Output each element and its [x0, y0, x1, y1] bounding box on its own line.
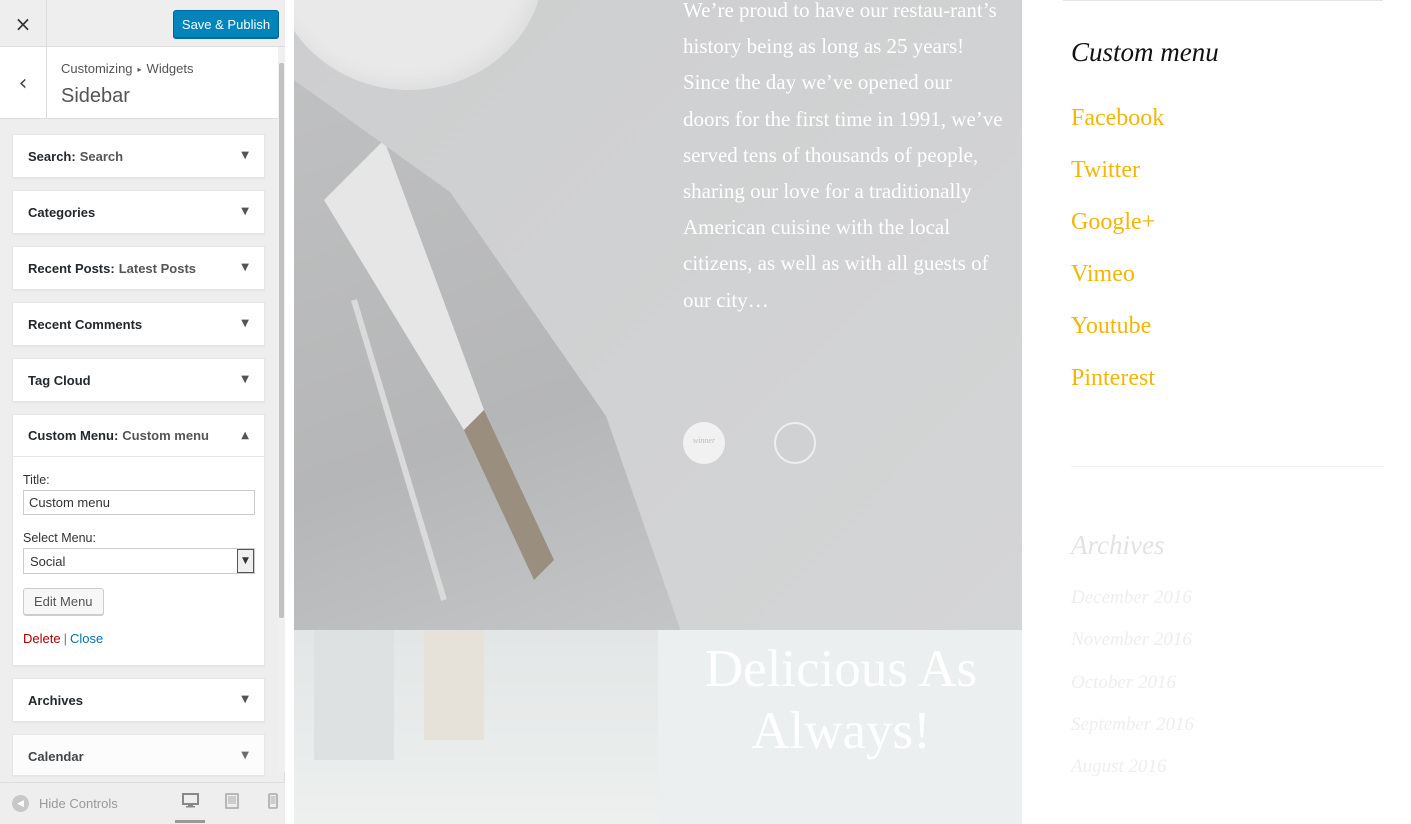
- social-menu: Facebook Twitter Google+ Vimeo Youtube P…: [1071, 102, 1164, 414]
- title-input[interactable]: [23, 490, 255, 515]
- menu-link-youtube[interactable]: Youtube: [1071, 310, 1164, 362]
- headline-section: Delicious As Always!: [294, 630, 1022, 824]
- archive-link[interactable]: October 2016: [1071, 670, 1194, 712]
- widget-subtitle: Search: [79, 148, 124, 164]
- site-preview: We’re proud to have our restau-rant’s hi…: [285, 0, 1411, 824]
- edit-menu-button[interactable]: Edit Menu: [23, 588, 104, 615]
- widget-subtitle: Custom menu: [122, 428, 209, 443]
- curtain-shape: [424, 630, 484, 740]
- breadcrumb-root: Customizing: [61, 61, 133, 76]
- travelers-choice-badge: [774, 422, 816, 464]
- section-header: ‹ Customizing ▸ Widgets Sidebar: [0, 47, 278, 119]
- chevron-down-icon[interactable]: ▼: [241, 206, 249, 217]
- menu-link-twitter[interactable]: Twitter: [1071, 154, 1164, 206]
- widget-name: Tag Cloud: [28, 372, 91, 388]
- section-title: Sidebar: [61, 85, 130, 107]
- widget-recent-comments[interactable]: Recent Comments ▼: [12, 302, 265, 346]
- close-icon[interactable]: ×: [0, 0, 47, 47]
- widget-title-bar[interactable]: Categories: [13, 191, 264, 233]
- widget-name: Recent Posts:: [28, 260, 115, 276]
- scroll-thumb[interactable]: [279, 63, 284, 618]
- headline: Delicious As Always!: [704, 640, 978, 760]
- mobile-preview-icon[interactable]: [258, 793, 288, 823]
- about-text: We’re proud to have our restau-rant’s hi…: [683, 0, 1003, 312]
- widget-custom-menu[interactable]: Custom Menu:Custom menu ▲ Title: Select …: [12, 414, 265, 666]
- sidebar-divider: [1071, 466, 1383, 467]
- hide-controls-button[interactable]: ◀ Hide Controls: [12, 795, 118, 812]
- select-menu-label: Select Menu:: [23, 531, 96, 545]
- widget-name: Recent Comments: [28, 316, 143, 332]
- widget-title-bar[interactable]: Calendar: [13, 735, 264, 775]
- tablet-preview-icon[interactable]: [217, 793, 247, 823]
- save-publish-button[interactable]: Save & Publish: [173, 10, 279, 38]
- archive-link[interactable]: November 2016: [1071, 627, 1194, 669]
- widget-name: Search:: [28, 148, 76, 164]
- custom-menu-title: Custom menu: [1071, 37, 1219, 67]
- widget-actions: Delete | Close: [23, 631, 254, 646]
- back-icon[interactable]: ‹: [0, 47, 47, 119]
- title-label: Title:: [23, 473, 50, 487]
- widget-title-bar[interactable]: Search: Search: [13, 135, 264, 177]
- delete-link[interactable]: Delete: [23, 631, 61, 646]
- close-link[interactable]: Close: [70, 631, 103, 646]
- widget-form: Title: Select Menu: Social ▼ Edit Menu D…: [13, 457, 264, 656]
- customizer-panel: × Save & Publish ‹ Customizing ▸ Widgets S…: [0, 0, 285, 824]
- chevron-down-icon[interactable]: ▼: [241, 262, 249, 273]
- chevron-down-icon[interactable]: ▼: [241, 694, 249, 705]
- actions-separator: |: [63, 631, 67, 646]
- panel-scrollbar[interactable]: [278, 47, 285, 772]
- chevron-down-icon[interactable]: ▼: [241, 318, 249, 329]
- collapse-icon: ◀: [12, 795, 29, 812]
- widget-title-bar[interactable]: Recent Posts: Latest Posts: [13, 247, 264, 289]
- archive-link[interactable]: December 2016: [1071, 585, 1194, 627]
- menu-link-vimeo[interactable]: Vimeo: [1071, 258, 1164, 310]
- breadcrumb: Customizing ▸ Widgets: [61, 61, 194, 76]
- widget-title-bar[interactable]: Tag Cloud: [13, 359, 264, 401]
- widget-tag-cloud[interactable]: Tag Cloud ▼: [12, 358, 265, 402]
- widget-title-bar[interactable]: Recent Comments: [13, 303, 264, 345]
- menu-select[interactable]: Social ▼: [23, 548, 255, 574]
- widget-search[interactable]: Search: Search ▼: [12, 134, 265, 178]
- dropdown-arrow-icon[interactable]: ▼: [237, 549, 254, 573]
- preview-sidebar: Custom menu Facebook Twitter Google+ Vim…: [1071, 0, 1411, 824]
- hide-controls-label: Hide Controls: [39, 796, 118, 811]
- chevron-down-icon[interactable]: ▼: [241, 374, 249, 385]
- widget-categories[interactable]: Categories ▼: [12, 190, 265, 234]
- about-section: We’re proud to have our restau-rant’s hi…: [294, 0, 1022, 630]
- window-shape: [314, 630, 394, 760]
- award-badge-text: winner: [692, 436, 716, 445]
- chevron-up-icon[interactable]: ▲: [241, 430, 249, 441]
- widget-title-bar[interactable]: Archives: [13, 679, 264, 721]
- widget-calendar[interactable]: Calendar ▼: [12, 734, 265, 776]
- widget-name: Custom Menu:: [28, 428, 119, 443]
- widget-archives[interactable]: Archives ▼: [12, 678, 265, 722]
- dining-room-image: [294, 630, 658, 824]
- cutlery-image: [294, 80, 684, 630]
- desktop-preview-icon[interactable]: [175, 793, 205, 823]
- archives-list: December 2016 November 2016 October 2016…: [1071, 585, 1194, 796]
- breadcrumb-current: Widgets: [146, 61, 194, 76]
- chevron-down-icon[interactable]: ▼: [241, 150, 249, 161]
- widget-title-bar[interactable]: Custom Menu: Custom menu: [13, 415, 264, 457]
- menu-select-value: Social: [30, 554, 66, 569]
- menu-link-googleplus[interactable]: Google+: [1071, 206, 1164, 258]
- award-badge: winner: [683, 422, 725, 464]
- customizer-footer: ◀ Hide Controls: [0, 782, 285, 824]
- menu-link-facebook[interactable]: Facebook: [1071, 102, 1164, 154]
- widget-name: Categories: [28, 204, 96, 220]
- customizer-topbar: × Save & Publish: [0, 0, 285, 47]
- widget-name: Archives: [28, 692, 83, 708]
- menu-link-pinterest[interactable]: Pinterest: [1071, 362, 1164, 414]
- plate-image: [294, 0, 544, 90]
- breadcrumb-separator: ▸: [137, 65, 142, 74]
- widget-subtitle: Latest Posts: [118, 260, 197, 276]
- chevron-down-icon[interactable]: ▼: [241, 750, 249, 761]
- archives-title: Archives: [1071, 530, 1165, 560]
- widget-name: Calendar: [28, 748, 84, 764]
- archive-link[interactable]: August 2016: [1071, 754, 1194, 796]
- widget-recent-posts[interactable]: Recent Posts: Latest Posts ▼: [12, 246, 265, 290]
- archive-link[interactable]: September 2016: [1071, 712, 1194, 754]
